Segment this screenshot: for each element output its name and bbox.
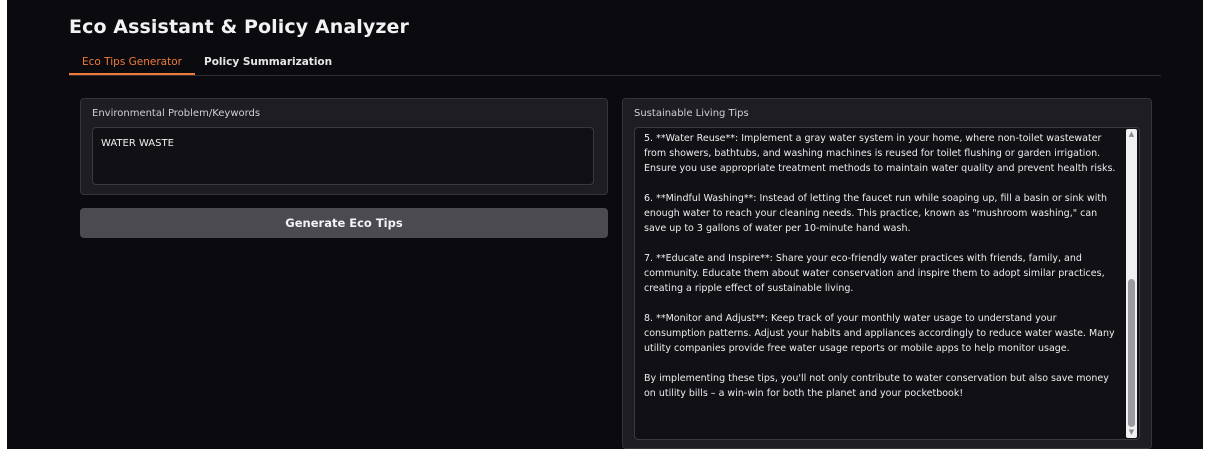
tip-paragraph: 6. **Mindful Washing**: Instead of letti… <box>644 193 1108 234</box>
scrollbar-thumb[interactable] <box>1128 279 1135 427</box>
generate-eco-tips-button[interactable]: Generate Eco Tips <box>80 208 608 238</box>
output-label: Sustainable Living Tips <box>634 108 749 119</box>
app-window: Eco Assistant & Policy Analyzer Eco Tips… <box>7 0 1203 449</box>
input-panel: Environmental Problem/Keywords WATER WAS… <box>80 98 608 195</box>
tips-text: 5. **Water Reuse**: Implement a gray wat… <box>644 131 1119 416</box>
input-label: Environmental Problem/Keywords <box>92 108 261 119</box>
triangle-up-icon[interactable]: ▲ <box>1126 129 1137 140</box>
tab-policy-summarization[interactable]: Policy Summarization <box>204 50 332 75</box>
output-scrollbar[interactable]: ▲ ▼ <box>1126 129 1137 438</box>
tip-paragraph: By implementing these tips, you'll not o… <box>644 373 1109 399</box>
tip-paragraph: 5. **Water Reuse**: Implement a gray wat… <box>644 133 1116 174</box>
tips-output[interactable]: 5. **Water Reuse**: Implement a gray wat… <box>634 127 1140 440</box>
tab-bar: Eco Tips Generator Policy Summarization <box>69 50 1161 76</box>
keywords-input[interactable]: WATER WASTE <box>92 127 594 185</box>
triangle-down-icon[interactable]: ▼ <box>1126 427 1137 438</box>
output-panel: Sustainable Living Tips 5. **Water Reuse… <box>622 98 1152 449</box>
tip-paragraph: 8. **Monitor and Adjust**: Keep track of… <box>644 313 1115 354</box>
tab-eco-tips-generator[interactable]: Eco Tips Generator <box>69 50 195 75</box>
tip-paragraph: 7. **Educate and Inspire**: Share your e… <box>644 253 1105 294</box>
page-title: Eco Assistant & Policy Analyzer <box>69 16 409 38</box>
